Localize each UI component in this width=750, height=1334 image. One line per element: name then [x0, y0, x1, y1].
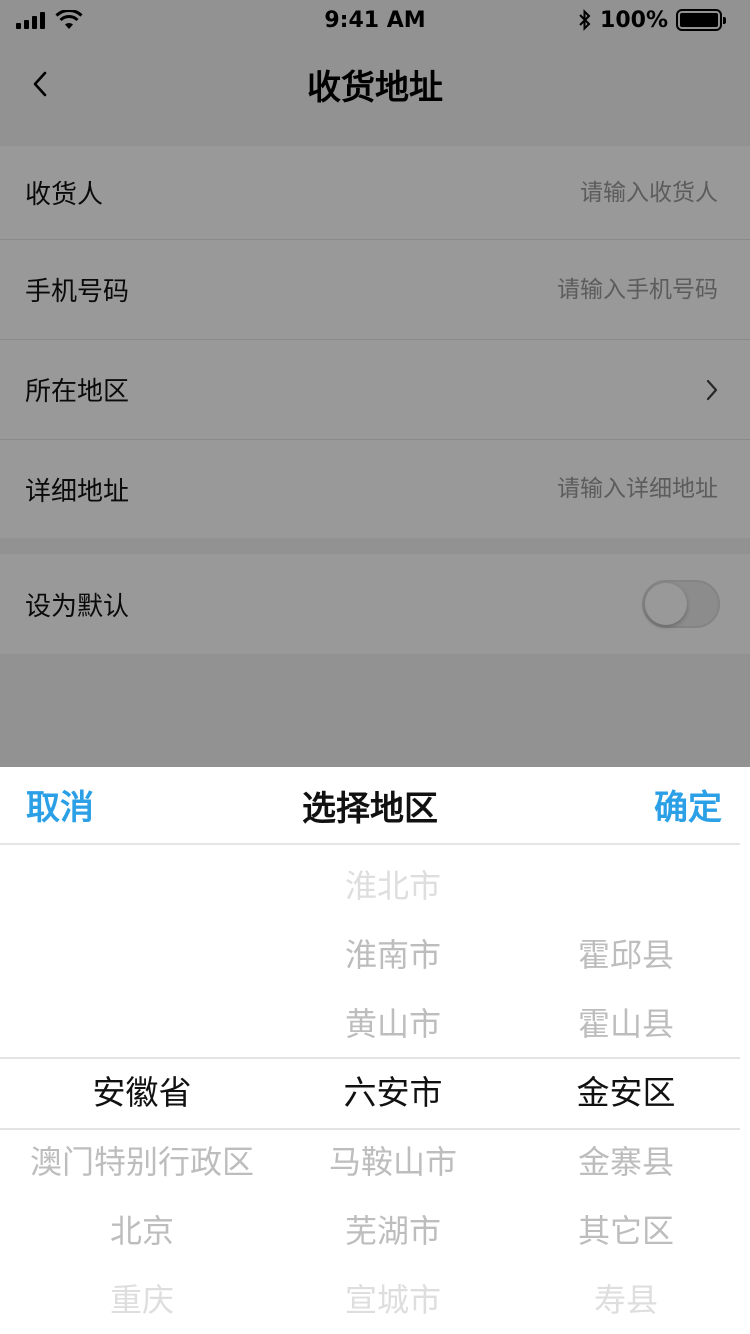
province-option[interactable]: 澳门特别行政区: [0, 1132, 284, 1192]
picker-columns: 安徽省澳门特别行政区 北京重庆 淮北市淮南市黄山市六安市马鞍山市芜湖市宣城市 霍邱…: [0, 847, 750, 1334]
city-option[interactable]: 芜湖市: [284, 1201, 502, 1261]
city-column[interactable]: 淮北市淮南市黄山市六安市马鞍山市芜湖市宣城市: [284, 847, 502, 1334]
district-option[interactable]: 金寨县: [502, 1132, 750, 1192]
province-selected-option[interactable]: 安徽省: [0, 1063, 284, 1123]
district-option[interactable]: 霍山县: [502, 994, 750, 1054]
cancel-button[interactable]: 取消: [26, 779, 94, 829]
confirm-button[interactable]: 确定: [654, 779, 722, 829]
city-option[interactable]: 马鞍山市: [284, 1132, 502, 1192]
district-selected-option[interactable]: 金安区: [502, 1063, 750, 1123]
region-picker: 取消 选择地区 确定 安徽省澳门特别行政区 北京重庆 淮北市淮南市黄山市六安市马鞍…: [0, 767, 750, 1334]
province-option[interactable]: 重庆: [0, 1270, 284, 1330]
district-option[interactable]: 其它区: [502, 1201, 750, 1261]
city-option[interactable]: 黄山市: [284, 994, 502, 1054]
city-option[interactable]: 淮北市: [284, 856, 502, 916]
city-option[interactable]: 淮南市: [284, 925, 502, 985]
district-option[interactable]: 寿县: [502, 1270, 750, 1330]
picker-title: 选择地区: [302, 788, 438, 829]
picker-toolbar: 取消 选择地区 确定: [0, 767, 740, 845]
district-option[interactable]: 霍邱县: [502, 925, 750, 985]
province-option[interactable]: 北京: [0, 1201, 284, 1261]
province-column[interactable]: 安徽省澳门特别行政区 北京重庆: [0, 847, 284, 1334]
city-option[interactable]: 宣城市: [284, 1270, 502, 1330]
district-column[interactable]: 霍邱县霍山县金安区金寨县其它区寿县: [502, 847, 750, 1334]
city-selected-option[interactable]: 六安市: [284, 1063, 502, 1123]
